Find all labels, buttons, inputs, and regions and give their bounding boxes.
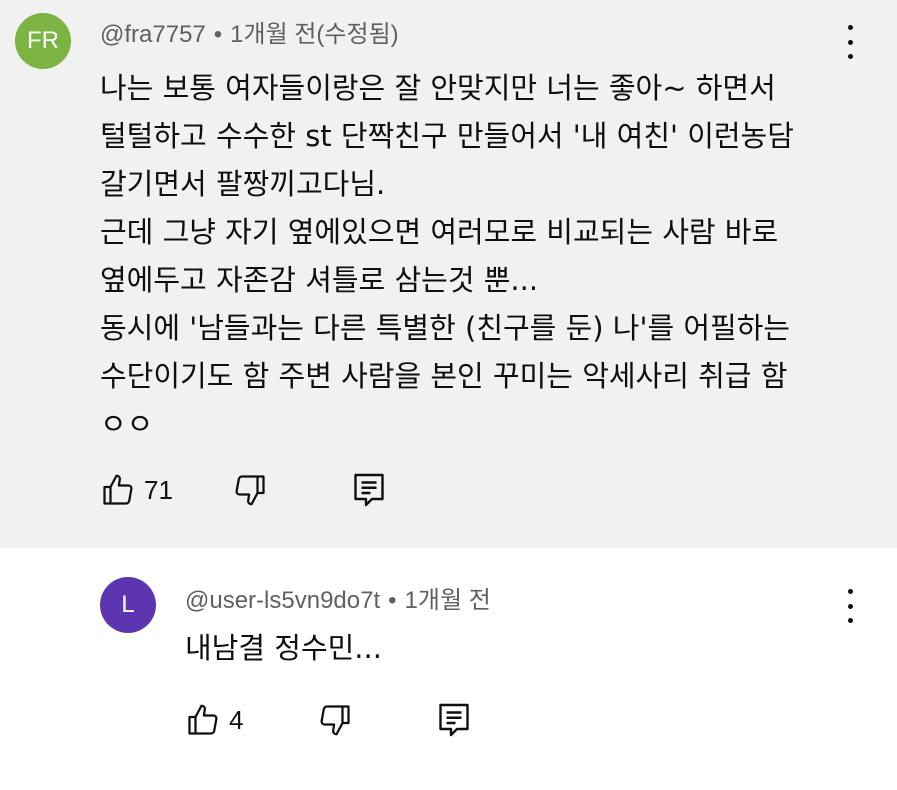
avatar[interactable]: FR <box>15 13 71 69</box>
meta-separator: • <box>213 21 223 48</box>
thumbs-down-icon <box>235 475 265 506</box>
dislike-button[interactable] <box>232 472 268 508</box>
thumbs-up-icon <box>103 474 133 505</box>
author-handle[interactable]: @user-ls5vn9do7t <box>185 587 380 614</box>
comment-meta: @user-ls5vn9do7t • 1개월 전 <box>185 580 491 615</box>
author-handle[interactable]: @fra7757 <box>100 21 206 48</box>
thumbs-up-icon <box>188 704 218 735</box>
comment-meta: @fra7757 • 1개월 전(수정됨) <box>100 14 399 49</box>
like-button[interactable]: 71 <box>100 472 173 508</box>
avatar-initials: FR <box>27 27 59 54</box>
like-count: 71 <box>144 474 173 505</box>
avatar-initials: L <box>121 591 135 618</box>
comment-line: 근데 그냥 자기 옆에있으면 여러모로 비교되는 사람 바로 <box>100 215 779 249</box>
avatar[interactable]: L <box>100 577 156 633</box>
comment: FR @fra7757 • 1개월 전(수정됨) 나는 보통 여자들이랑은 잘 안맞… <box>0 0 897 548</box>
comment-line: 동시에 '남들과는 다른 특별한 (친구를 둔) 나'를 어필하는 <box>100 311 791 345</box>
meta-separator: • <box>388 587 397 614</box>
comment-time[interactable]: 1개월 전 <box>405 587 491 614</box>
like-button[interactable]: 4 <box>185 702 243 738</box>
more-vert-icon[interactable] <box>840 589 860 623</box>
comment-text: 나는 보통 여자들이랑은 잘 안맞지만 너는 좋아~ 하면서 털털하고 수수한 … <box>100 64 794 448</box>
thumbs-down-icon <box>320 705 350 736</box>
reply-button[interactable] <box>352 472 386 508</box>
reply-button[interactable] <box>437 702 471 738</box>
reply-icon <box>354 473 384 507</box>
comment-line: 갈기면서 팔짱끼고다님. <box>100 167 386 201</box>
comment-actions: 71 <box>100 472 400 512</box>
comment-line: 나는 보통 여자들이랑은 잘 안맞지만 너는 좋아~ 하면서 <box>100 71 776 105</box>
comment-time[interactable]: 1개월 전(수정됨) <box>230 21 398 48</box>
dislike-button[interactable] <box>317 702 353 738</box>
like-count: 4 <box>229 704 244 735</box>
comment-line: 옆에두고 자존감 셔틀로 삼는것 뿐... <box>100 263 539 297</box>
comment-text: 내남결 정수민... <box>185 624 382 672</box>
comment-line: 내남결 정수민... <box>185 631 382 665</box>
comment-line: ㅇㅇ <box>100 407 154 441</box>
comment-actions: 4 <box>185 702 485 742</box>
comment-reply: L @user-ls5vn9do7t • 1개월 전 내남결 정수민... 4 <box>0 548 897 790</box>
reply-icon <box>439 703 469 737</box>
comment-line: 수단이기도 함 주변 사람을 본인 꾸미는 악세사리 취급 함 <box>100 359 788 393</box>
more-vert-icon[interactable] <box>840 25 860 59</box>
comment-line: 털털하고 수수한 st 단짝친구 만들어서 '내 여친' 이런농담 <box>100 119 794 153</box>
